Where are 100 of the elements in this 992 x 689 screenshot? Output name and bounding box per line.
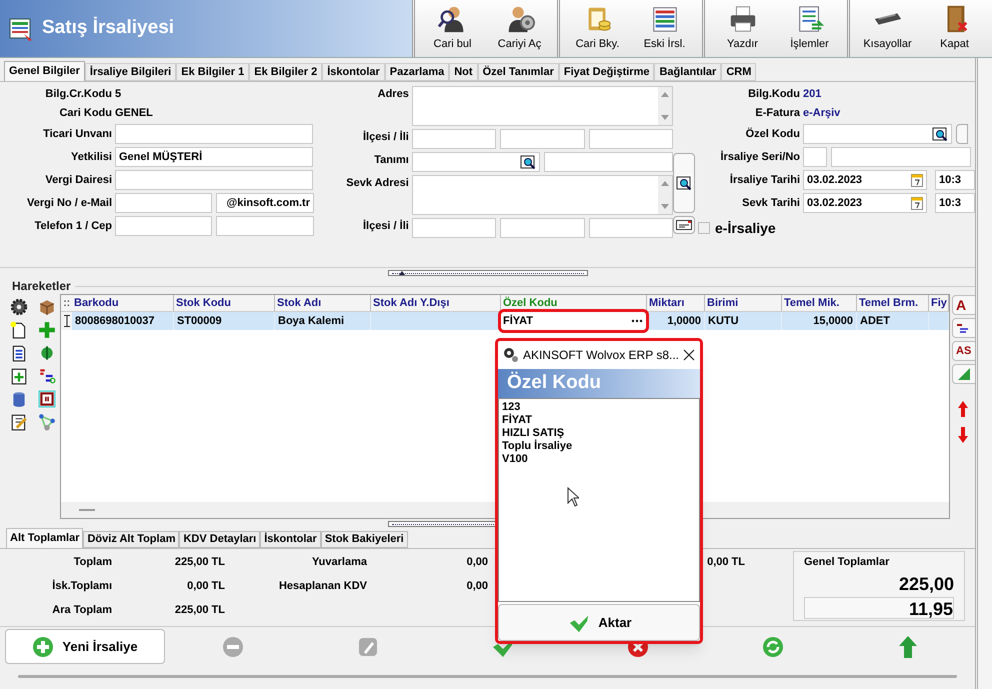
total-label: Ara Toplam [51, 602, 112, 618]
document-pencil-icon[interactable] [10, 413, 28, 431]
column-header[interactable]: Miktarı [647, 295, 705, 311]
column-header[interactable]: Temel Mik. [782, 295, 857, 311]
dialog-heading: Özel Kodu [498, 369, 700, 398]
column-header[interactable]: Fiy [929, 295, 949, 311]
list-item[interactable]: Toplu İrsaliye [502, 440, 699, 453]
scrollbar-thumb[interactable] [18, 674, 957, 678]
input-field[interactable] [115, 124, 313, 144]
tab[interactable]: Alt Toplamlar [6, 528, 84, 548]
down-arrow-icon[interactable] [958, 427, 968, 443]
toolbar-button[interactable]: Yazdır [709, 0, 776, 57]
input-field[interactable] [412, 129, 496, 149]
side-button[interactable] [952, 318, 976, 338]
new-button[interactable]: Yeni İrsaliye [5, 629, 165, 664]
column-header[interactable]: Stok Kodu [174, 295, 275, 311]
column-header[interactable]: Temel Brm. [857, 295, 929, 311]
tab[interactable]: KDV Detayları [179, 531, 260, 548]
field-label: İlçesi / İli [362, 218, 410, 234]
tab[interactable]: CRM [721, 63, 756, 81]
input-field[interactable] [115, 170, 313, 190]
up-arrow-icon[interactable] [896, 636, 918, 658]
dropdown-button[interactable] [956, 124, 968, 144]
input-field[interactable]: @kinsoft.com.tr [216, 193, 314, 213]
tab[interactable]: Döviz Alt Toplam [83, 531, 180, 548]
aktar-button[interactable]: Aktar [498, 604, 700, 641]
tab[interactable]: İskontolar [322, 63, 385, 81]
gear-icon[interactable] [10, 298, 28, 316]
toolbar-button[interactable]: Cari bul [419, 0, 486, 57]
input-field[interactable]: 10:3 [935, 170, 975, 190]
text-area[interactable] [412, 86, 673, 126]
input-field[interactable] [115, 216, 212, 236]
input-field[interactable] [412, 152, 540, 172]
tab[interactable]: Ek Bilgiler 1 [176, 63, 250, 81]
table-row[interactable]: 8008698010037 ST00009 Boya Kalemi FİYAT 1,0000 KUTU 15,0000 ADET [61, 312, 949, 330]
side-button[interactable]: A [952, 295, 976, 315]
minus-circle-icon[interactable] [222, 636, 244, 658]
pencil-icon[interactable] [356, 636, 378, 658]
input-field[interactable]: Genel MÜŞTERİ [115, 147, 313, 167]
input-field[interactable] [412, 218, 496, 238]
input-field[interactable] [803, 147, 827, 167]
side-button[interactable]: AS [952, 341, 976, 361]
lookup-button[interactable] [673, 153, 696, 213]
tab[interactable]: İskontolar [260, 531, 321, 548]
card-button[interactable] [673, 216, 696, 234]
tab[interactable]: Bağlantılar [654, 63, 722, 81]
input-field[interactable] [588, 129, 673, 149]
list-item[interactable]: HIZLI SATIŞ [502, 427, 699, 440]
box-icon[interactable] [38, 298, 56, 316]
field-label: Telefon 1 / Cep [34, 218, 113, 234]
up-arrow-icon[interactable] [958, 401, 968, 417]
tab[interactable]: Stok Bakiyeleri [320, 531, 408, 548]
input-field[interactable]: 03.02.2023 [803, 193, 927, 213]
new-page-icon[interactable] [10, 321, 28, 339]
nodes-icon[interactable] [38, 413, 56, 431]
tab[interactable]: Genel Bilgiler [4, 61, 85, 81]
plus-icon[interactable] [38, 321, 56, 339]
toolbar-button[interactable]: Cariyi Aç [486, 0, 553, 57]
tab[interactable]: Pazarlama [384, 63, 450, 81]
input-field[interactable]: 03.02.2023 [803, 170, 927, 190]
field-value: 201 [803, 86, 822, 102]
checkbox[interactable] [698, 222, 710, 234]
splitter-handle[interactable] [388, 270, 588, 276]
list-item[interactable]: FİYAT [502, 414, 699, 427]
tab[interactable]: İrsaliye Bilgileri [84, 63, 176, 81]
input-field[interactable] [500, 129, 585, 149]
plus-circle-icon [32, 636, 54, 658]
input-field[interactable] [500, 218, 585, 238]
input-field[interactable] [216, 216, 314, 236]
add-page-icon[interactable] [10, 367, 28, 385]
input-field[interactable] [544, 152, 673, 172]
column-header[interactable]: Stok Adı [275, 295, 371, 311]
column-header[interactable]: Barkodu [72, 295, 174, 311]
tab[interactable]: Fiyat Değiştirme [558, 63, 654, 81]
tab[interactable]: Ek Bilgiler 2 [249, 63, 322, 81]
input-field[interactable] [588, 218, 673, 238]
toolbar-button[interactable]: İşlemler [776, 0, 843, 57]
scroll-arrows-icon [658, 87, 672, 125]
list-item[interactable]: V100 [502, 453, 699, 466]
input-field[interactable] [115, 193, 212, 213]
refresh-icon[interactable] [762, 636, 784, 658]
column-header[interactable]: Birimi [705, 295, 782, 311]
input-field[interactable] [831, 147, 971, 167]
toolbar-button[interactable]: Kapat [921, 0, 988, 57]
list-item[interactable]: 123 [502, 401, 699, 414]
toolbar-button[interactable]: Eski İrsl. [631, 0, 698, 57]
input-field[interactable] [803, 124, 952, 144]
document-icon[interactable] [10, 344, 28, 362]
color-marks-icon[interactable] [38, 367, 56, 385]
pause-icon[interactable] [38, 390, 56, 408]
toolbar-button[interactable]: Cari Bky. [564, 0, 631, 57]
tab[interactable]: Not [449, 63, 478, 81]
close-icon[interactable] [683, 349, 695, 361]
total-label: Toplam [72, 554, 112, 570]
input-field[interactable]: 10:3 [935, 193, 975, 213]
tab[interactable]: Özel Tanımlar [478, 63, 559, 81]
toolbar-button[interactable]: Kısayollar [854, 0, 921, 57]
calendar-icon [911, 173, 923, 187]
table-cell[interactable]: FİYAT [501, 312, 646, 330]
form-icon [8, 16, 34, 42]
